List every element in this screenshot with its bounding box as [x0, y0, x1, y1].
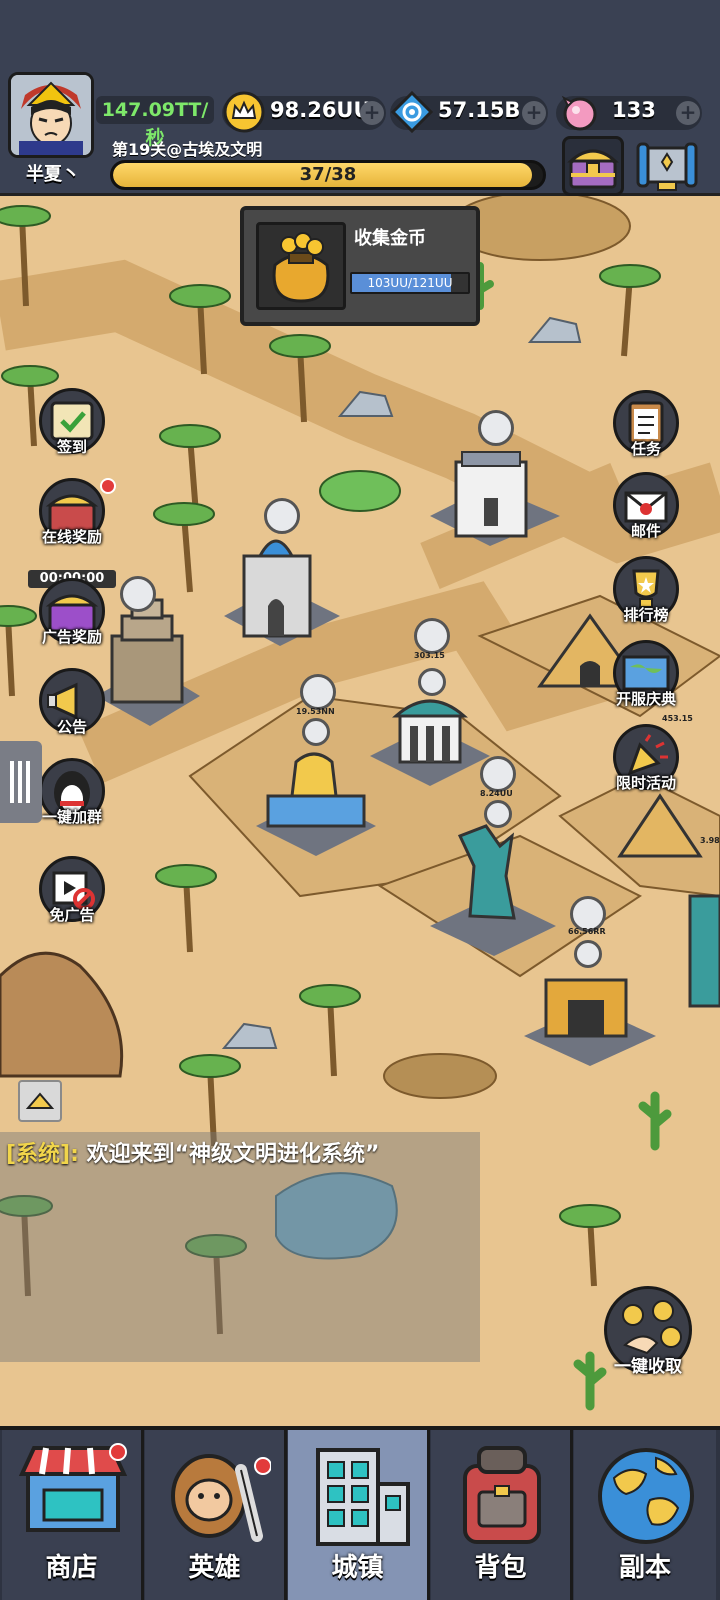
player-avatar[interactable]: [8, 72, 94, 158]
server-celebration-button[interactable]: 开服庆典: [608, 640, 684, 709]
building-income-label: 19.53NN: [296, 707, 335, 716]
sign-in-button[interactable]: 签到: [34, 388, 110, 457]
income-rate: 147.09TT/秒: [96, 96, 214, 149]
building-income-label: 8.24UU: [480, 789, 513, 798]
hero-avatar-badge[interactable]: [484, 800, 512, 828]
hero-avatar-badge[interactable]: [418, 668, 446, 696]
hero-avatar-badge[interactable]: [574, 940, 602, 968]
collect-all-button[interactable]: 一键收取: [600, 1286, 696, 1377]
nav-shop-label: 商店: [45, 1553, 98, 1583]
gold-value: 98.26UU: [270, 98, 371, 122]
chat-expand-button[interactable]: [18, 1080, 62, 1122]
system-message: [系统]: 欢迎来到“神级文明进化系统”: [6, 1136, 380, 1168]
add-candy-button[interactable]: +: [676, 101, 700, 125]
notification-dot: [100, 478, 116, 494]
pink-candy-icon: [561, 95, 597, 131]
blue-diamond-icon: [390, 90, 434, 134]
nav-heroes-label: 英雄: [188, 1553, 241, 1583]
chat-panel[interactable]: [系统]: 欢迎来到“神级文明进化系统”: [0, 1132, 480, 1362]
nav-bag[interactable]: 背包: [431, 1430, 573, 1600]
hero-avatar-badge[interactable]: [302, 718, 330, 746]
nav-shop[interactable]: 商店: [2, 1430, 144, 1600]
stage-progress-text: 37/38: [299, 164, 357, 185]
building-income-label: 453.15: [662, 714, 693, 723]
tasks-button[interactable]: 任务: [608, 390, 684, 459]
add-gem-button[interactable]: +: [522, 101, 546, 125]
hero-avatar-badge[interactable]: [264, 498, 300, 534]
nav-town-label: 城镇: [331, 1553, 384, 1583]
hero-avatar-badge[interactable]: [478, 410, 514, 446]
leaderboard-button[interactable]: 排行榜: [608, 556, 684, 625]
gold-resource: 98.26UU +: [222, 91, 386, 133]
city-buildings-icon: [316, 1448, 410, 1546]
candy-resource: 133 +: [556, 95, 702, 131]
join-group-button[interactable]: 一键加群: [34, 758, 110, 827]
world-map-button[interactable]: [636, 138, 698, 194]
mail-button[interactable]: 邮件: [608, 472, 684, 541]
triangle-up-icon: [25, 1092, 55, 1109]
quest-title: 收集金币: [354, 228, 426, 249]
announcement-button[interactable]: 公告: [34, 668, 110, 737]
gem-resource: 57.15B +: [390, 90, 548, 134]
hero-avatar-badge[interactable]: [120, 576, 156, 612]
side-drawer-handle[interactable]: [0, 741, 42, 823]
bottom-nav: 商店 英雄 城镇 背包 副本: [0, 1426, 720, 1600]
coin-ready-badge[interactable]: [414, 618, 450, 654]
online-reward-button[interactable]: 在线奖励: [34, 478, 116, 547]
quest-progress-text: 103UU/121UU: [367, 276, 453, 290]
treasure-chest-icon: [567, 149, 619, 189]
teal-tower-building: [688, 894, 720, 1008]
gem-value: 57.15B: [438, 98, 521, 122]
system-tag: [系统]:: [6, 1142, 79, 1167]
building-income-label: 3.98: [700, 836, 720, 845]
nav-dungeon-label: 副本: [618, 1553, 671, 1583]
stage-progress-bar: 37/38: [110, 160, 546, 190]
quest-panel[interactable]: 收集金币 103UU/121UU: [240, 206, 480, 326]
quest-progress-bar: 103UU/121UU: [350, 272, 470, 294]
crown-icon: [223, 91, 265, 133]
player-name: 半夏丶: [26, 164, 80, 185]
nav-dungeon[interactable]: 副本: [574, 1430, 716, 1600]
globe-icon: [598, 1448, 694, 1544]
shop-icon: [18, 1443, 128, 1532]
treasure-chest-button[interactable]: [562, 136, 624, 196]
remove-ads-button[interactable]: 免广告: [34, 856, 110, 925]
limited-event-button[interactable]: 限时活动: [608, 724, 684, 793]
backpack-icon: [463, 1446, 541, 1544]
building-income-label: 66.56RR: [568, 927, 606, 936]
building-income-label: 303.15: [414, 651, 445, 660]
candy-value: 133: [612, 98, 656, 122]
nav-heroes[interactable]: 英雄: [145, 1430, 287, 1600]
top-bar: 半夏丶 147.09TT/秒 98.26UU + 57.15B + 133 + …: [0, 0, 720, 196]
scroll-map-icon: [636, 142, 698, 191]
nav-bag-label: 背包: [474, 1553, 527, 1583]
ad-reward-button[interactable]: 广告奖励: [34, 578, 110, 647]
town-map[interactable]: 303.15 19.53NN 8.24UU 66.56RR 453.15 3.9…: [0, 196, 720, 1426]
stage-label: 第19关@古埃及文明: [112, 140, 263, 159]
system-message-text: 欢迎来到“神级文明进化系统”: [78, 1142, 380, 1167]
coin-ready-badge[interactable]: [480, 756, 516, 792]
caveman-hero-icon: [171, 1454, 271, 1542]
nav-town[interactable]: 城镇: [288, 1430, 430, 1600]
add-gold-button[interactable]: +: [360, 101, 384, 125]
gold-bag-icon: [256, 222, 346, 310]
coin-ready-badge[interactable]: [300, 674, 336, 710]
